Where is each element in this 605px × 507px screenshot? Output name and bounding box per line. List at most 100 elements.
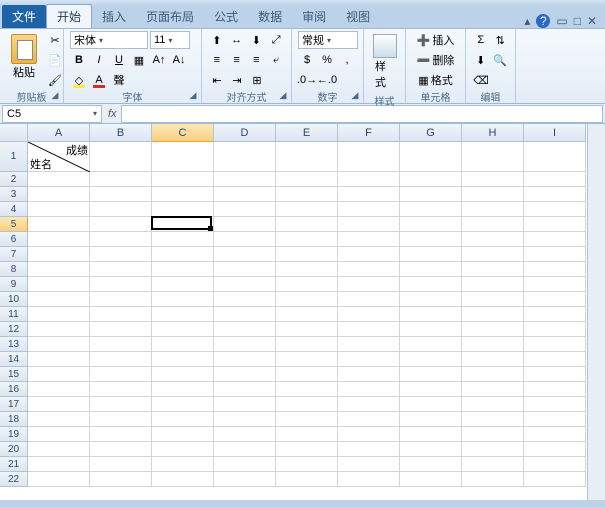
- cell[interactable]: [276, 397, 338, 412]
- cell[interactable]: [276, 427, 338, 442]
- cell[interactable]: [28, 352, 90, 367]
- row-header[interactable]: 22: [0, 472, 28, 487]
- clear-button[interactable]: ⌫: [472, 71, 490, 89]
- number-format-combo[interactable]: 常规▾: [298, 31, 358, 49]
- cell[interactable]: [276, 247, 338, 262]
- cell[interactable]: [462, 292, 524, 307]
- cell[interactable]: [524, 202, 586, 217]
- cell[interactable]: [214, 427, 276, 442]
- cell[interactable]: [214, 172, 276, 187]
- cell[interactable]: [462, 457, 524, 472]
- cell[interactable]: [28, 412, 90, 427]
- cell[interactable]: [276, 322, 338, 337]
- tab-insert[interactable]: 插入: [92, 5, 136, 28]
- cell[interactable]: [400, 322, 462, 337]
- cell[interactable]: [214, 232, 276, 247]
- cell[interactable]: [400, 292, 462, 307]
- cell[interactable]: [28, 337, 90, 352]
- cell[interactable]: [524, 292, 586, 307]
- cell[interactable]: [462, 352, 524, 367]
- cell[interactable]: [276, 367, 338, 382]
- cell[interactable]: [276, 382, 338, 397]
- cell[interactable]: [214, 202, 276, 217]
- dialog-launcher-icon[interactable]: ◢: [187, 89, 199, 101]
- cell[interactable]: [338, 172, 400, 187]
- styles-button[interactable]: 样式: [370, 31, 399, 93]
- align-center-button[interactable]: ≡: [228, 51, 246, 69]
- cell[interactable]: [338, 352, 400, 367]
- cell[interactable]: [214, 187, 276, 202]
- cell[interactable]: [276, 457, 338, 472]
- cell[interactable]: [214, 217, 276, 232]
- percent-button[interactable]: %: [318, 51, 336, 69]
- cell[interactable]: [400, 352, 462, 367]
- cell[interactable]: [338, 367, 400, 382]
- tab-view[interactable]: 视图: [336, 5, 380, 28]
- cell[interactable]: [152, 202, 214, 217]
- align-middle-button[interactable]: ↔: [228, 31, 246, 49]
- cell[interactable]: [90, 397, 152, 412]
- cell[interactable]: [90, 187, 152, 202]
- tab-review[interactable]: 审阅: [292, 5, 336, 28]
- paste-button[interactable]: 粘贴: [6, 31, 42, 83]
- cell[interactable]: [338, 322, 400, 337]
- tab-home[interactable]: 开始: [46, 4, 92, 28]
- cell[interactable]: [214, 367, 276, 382]
- minimize-window-icon[interactable]: ▭: [556, 14, 567, 28]
- cell[interactable]: [28, 307, 90, 322]
- column-header[interactable]: C: [152, 124, 214, 142]
- cell[interactable]: [400, 187, 462, 202]
- cell[interactable]: [90, 217, 152, 232]
- cell[interactable]: [214, 292, 276, 307]
- cell[interactable]: [276, 442, 338, 457]
- cell[interactable]: [90, 367, 152, 382]
- cell[interactable]: [338, 337, 400, 352]
- tab-data[interactable]: 数据: [248, 5, 292, 28]
- row-header[interactable]: 6: [0, 232, 28, 247]
- cell[interactable]: [338, 307, 400, 322]
- row-header[interactable]: 10: [0, 292, 28, 307]
- formula-bar[interactable]: [121, 105, 603, 123]
- row-header[interactable]: 8: [0, 262, 28, 277]
- cell[interactable]: [400, 247, 462, 262]
- column-header[interactable]: F: [338, 124, 400, 142]
- insert-cells-button[interactable]: ➕插入: [412, 31, 459, 49]
- cell[interactable]: [462, 442, 524, 457]
- cell[interactable]: [152, 412, 214, 427]
- column-header[interactable]: E: [276, 124, 338, 142]
- cell[interactable]: [338, 202, 400, 217]
- column-header[interactable]: G: [400, 124, 462, 142]
- cell[interactable]: [214, 142, 276, 172]
- cell[interactable]: [462, 367, 524, 382]
- restore-window-icon[interactable]: □: [574, 14, 581, 28]
- increase-indent-button[interactable]: ⇥: [228, 71, 246, 89]
- cell[interactable]: [462, 427, 524, 442]
- cell[interactable]: [90, 472, 152, 487]
- cell[interactable]: [28, 262, 90, 277]
- row-header[interactable]: 15: [0, 367, 28, 382]
- dialog-launcher-icon[interactable]: ◢: [277, 89, 289, 101]
- cell[interactable]: [400, 367, 462, 382]
- cell[interactable]: [152, 472, 214, 487]
- row-header[interactable]: 19: [0, 427, 28, 442]
- cell[interactable]: [152, 382, 214, 397]
- cell[interactable]: [462, 172, 524, 187]
- close-window-icon[interactable]: ✕: [587, 14, 597, 28]
- cell[interactable]: [524, 307, 586, 322]
- cell[interactable]: [400, 217, 462, 232]
- cell[interactable]: [462, 322, 524, 337]
- cell[interactable]: [214, 322, 276, 337]
- cell[interactable]: [152, 142, 214, 172]
- cell[interactable]: [28, 322, 90, 337]
- row-header[interactable]: 3: [0, 187, 28, 202]
- cell[interactable]: [28, 247, 90, 262]
- bold-button[interactable]: B: [70, 51, 88, 69]
- font-color-button[interactable]: A: [90, 71, 108, 89]
- increase-font-button[interactable]: A↑: [150, 51, 168, 69]
- cell[interactable]: [400, 442, 462, 457]
- cell[interactable]: [524, 367, 586, 382]
- cell[interactable]: [214, 262, 276, 277]
- cell[interactable]: [152, 457, 214, 472]
- align-bottom-button[interactable]: ⬇: [248, 31, 266, 49]
- merge-button[interactable]: ⊞: [248, 71, 266, 89]
